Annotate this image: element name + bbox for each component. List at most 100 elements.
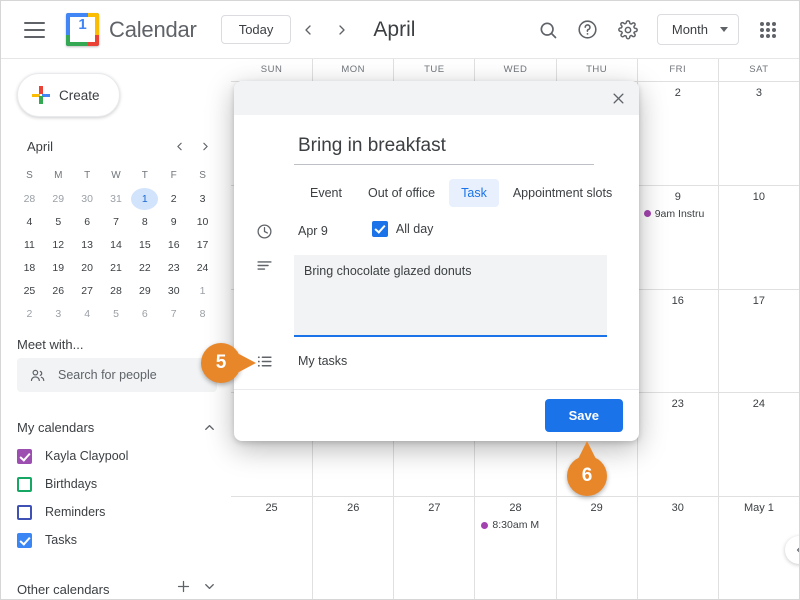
task-description-input[interactable]: Bring chocolate glazed donuts — [294, 255, 607, 337]
checkbox-icon[interactable] — [17, 476, 32, 492]
next-period-button[interactable] — [325, 13, 359, 47]
google-apps-button[interactable] — [749, 11, 787, 49]
search-button[interactable] — [529, 11, 567, 49]
mini-calendar-day[interactable]: 12 — [45, 234, 72, 256]
mini-calendar-day[interactable]: 3 — [45, 303, 72, 325]
calendar-event[interactable]: 8:30am M — [475, 519, 555, 531]
day-cell[interactable]: 27 — [393, 497, 474, 599]
calendar-list-item[interactable]: Tasks — [1, 526, 231, 554]
mini-calendar-day[interactable]: 28 — [16, 188, 43, 210]
mini-calendar-day[interactable]: 19 — [45, 257, 72, 279]
day-cell[interactable]: 25 — [231, 497, 312, 599]
calendar-list-item[interactable]: Reminders — [1, 498, 231, 526]
all-day-checkbox[interactable]: All day — [371, 221, 433, 237]
mini-calendar-day[interactable]: 8 — [189, 303, 216, 325]
mini-calendar-day[interactable]: 4 — [74, 303, 101, 325]
calendar-list-item[interactable]: Kayla Claypool — [1, 442, 231, 470]
mini-calendar-day[interactable]: 29 — [131, 280, 158, 302]
my-calendars-header[interactable]: My calendars — [1, 412, 231, 442]
day-cell[interactable]: 17 — [717, 289, 799, 393]
chevron-down-icon — [720, 27, 728, 32]
mini-calendar-day[interactable]: 2 — [16, 303, 43, 325]
mini-calendar-day[interactable]: 5 — [45, 211, 72, 233]
mini-calendar-day[interactable]: 3 — [189, 188, 216, 210]
create-button[interactable]: Create — [17, 73, 120, 117]
mini-calendar-day[interactable]: 9 — [160, 211, 187, 233]
mini-calendar-day[interactable]: 13 — [74, 234, 101, 256]
day-cell[interactable]: 10 — [717, 185, 799, 289]
mini-calendar-day[interactable]: 4 — [16, 211, 43, 233]
calendar-event[interactable]: 9am Instru — [638, 208, 718, 220]
mini-calendar-day[interactable]: 7 — [160, 303, 187, 325]
header-actions: Month — [529, 11, 799, 49]
mini-calendar-prev-button[interactable] — [167, 134, 191, 158]
mini-calendar-day[interactable]: 21 — [103, 257, 130, 279]
day-cell[interactable]: 26 — [312, 497, 393, 599]
day-number: 30 — [671, 502, 684, 515]
mini-calendar-day[interactable]: 6 — [131, 303, 158, 325]
day-cell[interactable]: 16 — [636, 289, 718, 393]
day-cell[interactable]: 9 9am Instru — [636, 185, 718, 289]
task-date-value[interactable]: Apr 9 — [294, 221, 328, 241]
expand-other-calendars-button[interactable] — [202, 579, 217, 599]
meet-with-search-input[interactable]: Search for people — [17, 358, 217, 392]
day-cell[interactable]: 2 — [636, 82, 718, 185]
mini-calendar-day[interactable]: 7 — [103, 211, 130, 233]
checkbox-icon[interactable] — [17, 448, 32, 464]
mini-calendar-day[interactable]: 17 — [189, 234, 216, 256]
mini-calendar-day[interactable]: 26 — [45, 280, 72, 302]
mini-calendar-day[interactable]: 6 — [74, 211, 101, 233]
mini-calendar-day[interactable]: 22 — [131, 257, 158, 279]
day-cell[interactable]: 28 8:30am M — [474, 497, 555, 599]
mini-calendar-day[interactable]: 1 — [131, 188, 159, 210]
save-button[interactable]: Save — [544, 399, 623, 432]
mini-calendar-day[interactable]: 14 — [103, 234, 130, 256]
mini-calendar-day[interactable]: 31 — [103, 188, 130, 210]
mini-calendar-day[interactable]: 5 — [103, 303, 130, 325]
calendar-list-item[interactable]: Birthdays — [1, 470, 231, 498]
mini-calendar-day[interactable]: 25 — [16, 280, 43, 302]
tab-task[interactable]: Task — [449, 179, 499, 207]
hamburger-icon[interactable] — [14, 10, 54, 50]
mini-calendar-day[interactable]: 18 — [16, 257, 43, 279]
mini-calendar-day[interactable]: 16 — [160, 234, 187, 256]
weekday-header: THU — [555, 59, 637, 81]
day-cell[interactable]: 3 — [717, 82, 799, 185]
page-title: Calendar — [109, 16, 197, 42]
mini-calendar-day[interactable]: 2 — [160, 188, 187, 210]
help-button[interactable] — [569, 11, 607, 49]
day-cell[interactable]: 30 — [636, 497, 718, 599]
today-button[interactable]: Today — [220, 15, 292, 44]
day-cell[interactable]: 23 — [636, 393, 718, 497]
mini-calendar-day[interactable]: 11 — [16, 234, 43, 256]
close-button[interactable] — [605, 85, 631, 111]
other-calendars-header[interactable]: Other calendars — [1, 574, 231, 599]
mini-calendar-day[interactable]: 24 — [189, 257, 216, 279]
checkbox-icon[interactable] — [17, 532, 32, 548]
mini-calendar-day[interactable]: 30 — [160, 280, 187, 302]
day-cell[interactable]: 24 — [717, 393, 799, 497]
mini-calendar-day[interactable]: 20 — [74, 257, 101, 279]
add-other-calendar-button[interactable] — [175, 578, 192, 599]
task-list-value[interactable]: My tasks — [294, 351, 347, 371]
checkbox-icon[interactable] — [17, 504, 32, 520]
mini-calendar-day[interactable]: 10 — [189, 211, 216, 233]
mini-calendar-day[interactable]: 28 — [103, 280, 130, 302]
mini-calendar-day[interactable]: 15 — [131, 234, 158, 256]
settings-button[interactable] — [609, 11, 647, 49]
mini-calendar-day[interactable]: 27 — [74, 280, 101, 302]
mini-calendar-day[interactable]: 29 — [45, 188, 72, 210]
mini-calendar-day[interactable]: 1 — [189, 280, 216, 302]
tab-appointment-slots[interactable]: Appointment slots — [501, 179, 624, 207]
day-cell[interactable]: 29 — [555, 497, 637, 599]
mini-calendar-day[interactable]: 30 — [74, 188, 101, 210]
mini-calendar-day[interactable]: 23 — [160, 257, 187, 279]
prev-period-button[interactable] — [291, 13, 325, 47]
task-title-input[interactable] — [294, 133, 594, 165]
view-mode-select[interactable]: Month — [656, 14, 739, 45]
tab-event[interactable]: Event — [298, 179, 354, 207]
tab-out-of-office[interactable]: Out of office — [356, 179, 447, 207]
day-number: 27 — [428, 502, 441, 515]
mini-calendar-day[interactable]: 8 — [131, 211, 158, 233]
mini-calendar-next-button[interactable] — [193, 134, 217, 158]
